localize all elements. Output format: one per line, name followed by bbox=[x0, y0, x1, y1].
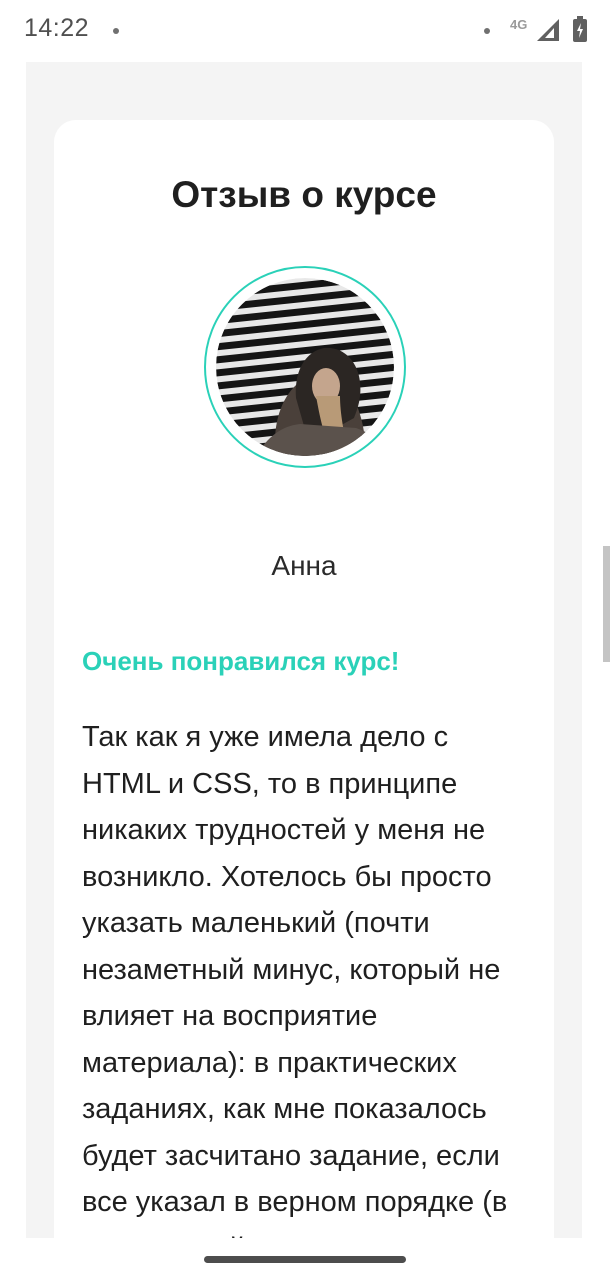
status-dot-icon bbox=[484, 28, 490, 34]
review-body: Так как я уже имела дело с HTML и CSS, т… bbox=[82, 721, 508, 1238]
network-type-label: 4G bbox=[510, 17, 528, 32]
review-card: Отзыв о курсе Анна Очень понравился курс… bbox=[54, 120, 554, 1238]
notification-dot-icon bbox=[113, 28, 119, 34]
status-bar: 14:22 4G bbox=[0, 0, 610, 62]
gesture-navigation-bar bbox=[0, 1238, 610, 1280]
review-title: Отзыв о курсе bbox=[171, 174, 437, 215]
avatar-photo bbox=[216, 278, 394, 456]
avatar-ring bbox=[204, 266, 406, 468]
review-headline: Очень понравился курс! bbox=[82, 646, 400, 676]
signal-icon bbox=[537, 19, 559, 41]
home-indicator[interactable] bbox=[204, 1256, 406, 1263]
battery-icon bbox=[573, 16, 587, 42]
author-name: Анна bbox=[271, 550, 337, 581]
status-time: 14:22 bbox=[24, 14, 90, 42]
avatar bbox=[216, 278, 394, 456]
page-background: Отзыв о курсе Анна Очень понравился курс… bbox=[26, 62, 582, 1238]
scrollbar-thumb[interactable] bbox=[603, 546, 610, 662]
